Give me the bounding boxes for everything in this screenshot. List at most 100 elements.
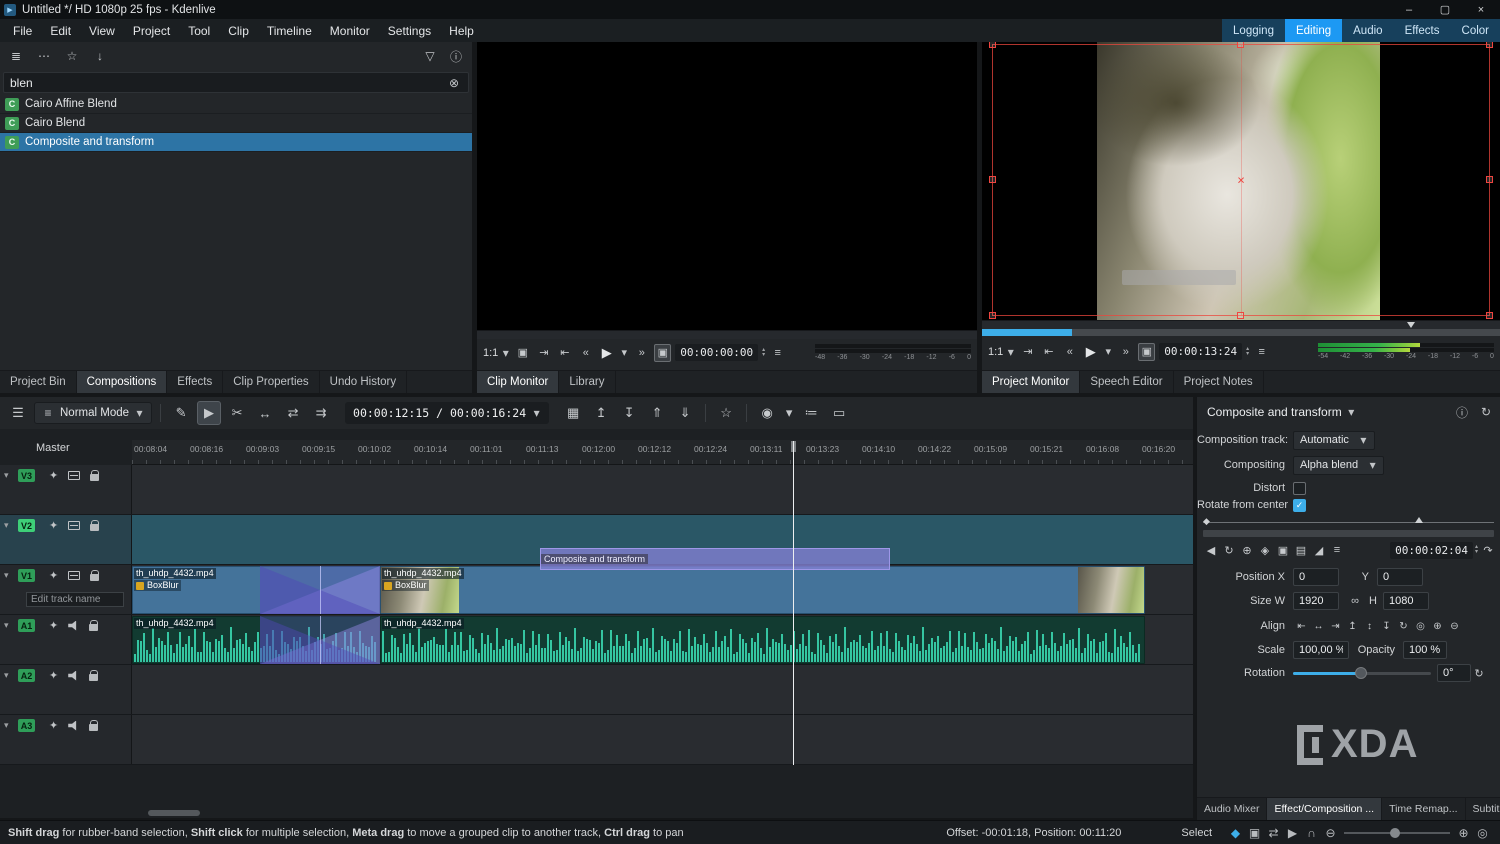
filter-icon[interactable]: ▽: [422, 48, 438, 64]
menu-item[interactable]: Monitor: [321, 19, 379, 42]
lock-track-icon[interactable]: [90, 524, 99, 531]
track-effects-icon[interactable]: ✦: [49, 619, 58, 632]
list-item[interactable]: C Cairo Affine Blend: [0, 95, 472, 114]
menu-item[interactable]: Tool: [179, 19, 219, 42]
preview-render-icon[interactable]: ▭: [827, 401, 851, 425]
lock-track-icon[interactable]: [90, 574, 99, 581]
transform-handle-topright[interactable]: [1486, 42, 1493, 48]
zoom-out-icon[interactable]: ⊖: [1446, 619, 1463, 634]
track-badge[interactable]: V2: [18, 519, 35, 532]
workspace-tab-effects[interactable]: Effects: [1394, 19, 1451, 42]
track-a1-content[interactable]: th_uhdp_4432.mp4 th_uhdp_4432.mp4: [132, 615, 1193, 664]
track-badge[interactable]: V1: [18, 569, 35, 582]
close-button[interactable]: ×: [1466, 0, 1496, 19]
track-header-v2[interactable]: ▾ V2 ✦: [0, 515, 132, 564]
info-icon[interactable]: ⓘ: [1454, 404, 1470, 420]
menu-item[interactable]: Edit: [41, 19, 80, 42]
crossfade-mix[interactable]: [260, 616, 380, 664]
favorite-effects-icon[interactable]: ☆: [714, 401, 738, 425]
slip-tool-icon[interactable]: ⇄: [281, 401, 305, 425]
transform-handle-left[interactable]: [989, 176, 996, 183]
forward-icon[interactable]: »: [1117, 343, 1134, 361]
track-effects-icon[interactable]: ✦: [49, 569, 58, 582]
clip-monitor-video[interactable]: [477, 42, 977, 330]
opacity-input[interactable]: [1403, 641, 1447, 659]
view-mode-icon[interactable]: ≣: [8, 48, 24, 64]
distort-checkbox[interactable]: [1293, 482, 1306, 495]
mixed-selection-icon[interactable]: ⇄: [1264, 826, 1283, 840]
extract-zone-icon[interactable]: ↧: [617, 401, 641, 425]
rotation-reset-icon[interactable]: ↻: [1471, 665, 1487, 681]
timeline-zoom-slider[interactable]: [1344, 827, 1450, 839]
timecode-spinner[interactable]: ▴ ▾: [1475, 545, 1478, 555]
zone-icon[interactable]: ▣: [514, 344, 531, 362]
project-monitor-video[interactable]: ×: [982, 42, 1500, 320]
effect-title[interactable]: Composite and transform: [1207, 405, 1342, 419]
zone-out-icon[interactable]: ⇤: [1040, 343, 1057, 361]
copy-keyframes-icon[interactable]: ▣: [1275, 542, 1291, 558]
timeline-timecode-display[interactable]: 00:00:12:15 / 00:00:16:24 ▾: [345, 402, 549, 424]
spacer-tool-icon[interactable]: ↔: [253, 401, 277, 425]
workspace-tab-audio[interactable]: Audio: [1342, 19, 1393, 42]
spin-down-icon[interactable]: ▾: [762, 353, 765, 358]
tab-project-bin[interactable]: Project Bin: [0, 371, 77, 393]
pen-tool-icon[interactable]: ✎: [169, 401, 193, 425]
workspace-tab-logging[interactable]: Logging: [1222, 19, 1285, 42]
master-button[interactable]: Master: [36, 442, 70, 454]
track-name-input[interactable]: [26, 592, 124, 607]
workspace-tab-editing[interactable]: Editing: [1285, 19, 1342, 42]
rotation-slider-knob[interactable]: [1355, 667, 1367, 679]
master-effects-icon[interactable]: ≔: [799, 401, 823, 425]
track-effects-icon[interactable]: ✦: [49, 469, 58, 482]
track-effects-icon[interactable]: ✦: [49, 669, 58, 682]
keyframe-menu-icon[interactable]: ≡: [1329, 542, 1345, 558]
video-track-icon[interactable]: [68, 521, 80, 530]
razor-tool-icon[interactable]: ✂: [225, 401, 249, 425]
tab-project-notes[interactable]: Project Notes: [1174, 371, 1264, 393]
track-effects-icon[interactable]: ✦: [49, 719, 58, 732]
zoom-slider-knob[interactable]: [1390, 828, 1400, 838]
lock-track-icon[interactable]: [89, 624, 98, 631]
monitor-zoom-select[interactable]: 1:1 ▾: [483, 345, 510, 361]
collapse-track-icon[interactable]: ▾: [4, 670, 18, 681]
lock-track-icon[interactable]: [89, 724, 98, 731]
selection-tool-icon[interactable]: ▶: [197, 401, 221, 425]
position-y-input[interactable]: [1377, 568, 1423, 586]
compositing-dropdown[interactable]: Alpha blend ▾: [1293, 456, 1384, 475]
record-options-icon[interactable]: ▾: [783, 401, 795, 425]
record-audio-icon[interactable]: ◉: [755, 401, 779, 425]
monitor-menu-icon[interactable]: ≡: [769, 344, 786, 362]
keyframe-diamond-icon[interactable]: ◆: [1203, 516, 1210, 527]
menu-item[interactable]: Clip: [219, 19, 258, 42]
lock-track-icon[interactable]: [89, 674, 98, 681]
tab-compositions[interactable]: Compositions: [77, 371, 168, 393]
tab-clip-properties[interactable]: Clip Properties: [223, 371, 319, 393]
track-effects-icon[interactable]: ✦: [49, 519, 58, 532]
list-item-selected[interactable]: C Composite and transform: [0, 133, 472, 152]
spin-down-icon[interactable]: ▾: [1246, 352, 1249, 357]
refresh-keyframes-icon[interactable]: ↻: [1221, 542, 1237, 558]
menu-item[interactable]: View: [80, 19, 124, 42]
align-right-icon[interactable]: ⇥: [1327, 619, 1344, 634]
rewind-icon[interactable]: «: [1061, 343, 1078, 361]
playhead[interactable]: [793, 441, 794, 765]
track-v3-content[interactable]: [132, 465, 1193, 514]
download-icon[interactable]: ↓: [92, 48, 108, 64]
transform-frame[interactable]: ×: [992, 44, 1490, 316]
project-monitor-zoombar[interactable]: [982, 329, 1500, 336]
keyframe-playhead-icon[interactable]: [1415, 517, 1423, 523]
transform-center-handle[interactable]: ×: [1237, 173, 1245, 188]
collapse-track-icon[interactable]: ▾: [4, 470, 18, 481]
transform-handle-bottomright[interactable]: [1486, 312, 1493, 319]
rotation-input[interactable]: [1437, 664, 1471, 682]
position-x-input[interactable]: [1293, 568, 1339, 586]
tab-effect-composition[interactable]: Effect/Composition ...: [1267, 798, 1382, 820]
collapse-track-icon[interactable]: ▾: [4, 520, 18, 531]
previous-keyframe-icon[interactable]: ◀: [1203, 542, 1219, 558]
menu-item[interactable]: Timeline: [258, 19, 321, 42]
zoombar-toggle-icon[interactable]: ▣: [1138, 343, 1155, 361]
add-keyframe-icon[interactable]: ⊕: [1239, 542, 1255, 558]
size-h-input[interactable]: [1383, 592, 1429, 610]
menu-item[interactable]: Help: [440, 19, 483, 42]
clip-monitor-timecode[interactable]: 00:00:00:00: [675, 344, 758, 361]
